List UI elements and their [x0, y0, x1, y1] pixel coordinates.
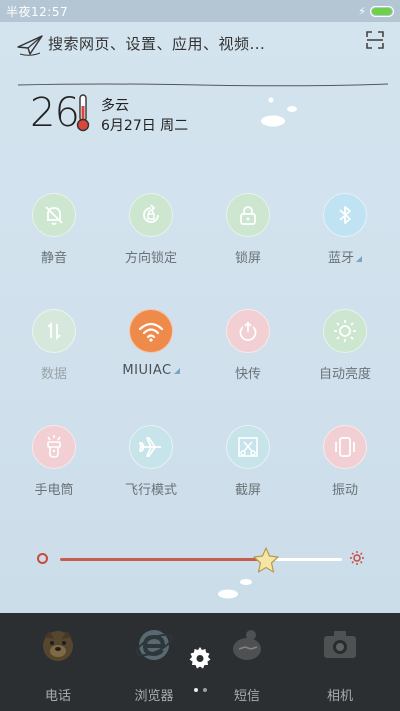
toggle-rotation-lock[interactable]: 方向锁定 — [106, 193, 196, 273]
browser-icon — [135, 630, 173, 660]
toggle-vibrate-label: 振动 — [331, 483, 358, 498]
dock-camera-label: 相机 — [326, 689, 353, 704]
thermometer-icon — [76, 94, 90, 132]
temperature[interactable]: 26 — [30, 90, 80, 136]
toggle-bluetooth-label: 蓝牙 — [300, 247, 390, 266]
dock-browser-label: 浏览器 — [134, 689, 174, 704]
toggle-transfer-label: 快传 — [234, 367, 261, 382]
more-options-indicator — [173, 368, 180, 374]
toggle-screenshot-circle — [226, 425, 270, 469]
airplane-icon — [139, 437, 161, 457]
messages-bird-icon — [233, 630, 261, 660]
toggle-mobile-data[interactable]: 数据 — [9, 309, 99, 389]
dock-messages-label: 短信 — [233, 689, 260, 704]
search-underline — [17, 83, 389, 87]
vibrate-icon — [335, 437, 355, 457]
scan-icon[interactable] — [366, 31, 384, 49]
toggle-lock-circle — [226, 193, 270, 237]
toggle-rotation-circle — [129, 193, 173, 237]
toggle-auto-brightness-label: 自动亮度 — [318, 367, 371, 382]
toggle-airplane-label: 飞行模式 — [124, 483, 177, 498]
toggle-data-circle — [32, 309, 76, 353]
page-dot — [203, 688, 207, 692]
dock-camera[interactable]: 相机 — [300, 613, 380, 711]
cloud-decoration — [261, 97, 297, 127]
toggle-bluetooth[interactable]: 蓝牙 — [300, 193, 390, 273]
search-bar[interactable]: 搜索网页、设置、应用、视频... — [0, 26, 400, 87]
toggle-vibrate[interactable]: 振动 — [300, 425, 390, 505]
screenshot-scissors-icon — [238, 437, 258, 457]
status-time: 半夜12:57 — [6, 4, 69, 19]
paper-plane-icon — [17, 35, 43, 56]
page-indicator — [194, 688, 207, 692]
slider-fill — [60, 558, 266, 561]
toggle-data-label: 数据 — [40, 367, 67, 382]
toggle-mute[interactable]: 静音 — [9, 193, 99, 273]
toggle-flashlight-circle — [32, 425, 76, 469]
toggle-bluetooth-text: 蓝牙 — [327, 251, 354, 266]
bell-muted-icon — [45, 206, 63, 225]
flashlight-icon — [47, 435, 61, 458]
toggle-bluetooth-circle — [323, 193, 367, 237]
dock-phone[interactable]: 电话 — [18, 613, 98, 711]
gear-icon[interactable] — [188, 646, 212, 670]
toggle-lock-screen[interactable]: 锁屏 — [203, 193, 293, 273]
star-icon[interactable] — [252, 546, 280, 574]
status-bar: 半夜12:57 ⚡ — [0, 0, 400, 22]
toggle-screenshot[interactable]: 截屏 — [203, 425, 293, 505]
cloud-decoration — [218, 579, 252, 599]
toggle-wifi-circle — [129, 309, 173, 353]
toggle-airplane-mode[interactable]: 飞行模式 — [106, 425, 196, 505]
battery-level — [372, 7, 392, 15]
bluetooth-icon — [339, 206, 351, 224]
toggle-auto-brightness-circle — [323, 309, 367, 353]
toggle-wifi-text: MIUIAC — [122, 363, 172, 378]
slider-track[interactable] — [60, 547, 342, 573]
control-center: 半夜12:57 ⚡ 搜索网页、设置、应用、视频... 26 多云 6月27日 周… — [0, 0, 400, 711]
toggle-flashlight-label: 手电筒 — [34, 483, 74, 498]
charging-icon: ⚡ — [358, 4, 366, 18]
toggle-lock-label: 锁屏 — [234, 251, 261, 266]
data-arrows-icon — [47, 321, 61, 341]
weather-date: 6月27日 周二 — [101, 118, 189, 134]
toggle-vibrate-circle — [323, 425, 367, 469]
toggle-mute-label: 静音 — [40, 251, 67, 266]
brightness-high-icon — [350, 551, 364, 565]
dock-browser[interactable]: 浏览器 — [114, 613, 194, 711]
toggle-screenshot-label: 截屏 — [234, 483, 261, 498]
toggle-flashlight[interactable]: 手电筒 — [9, 425, 99, 505]
battery-icon — [370, 5, 394, 17]
page-dot — [194, 688, 198, 692]
toggle-wifi[interactable]: MIUIAC — [106, 309, 196, 389]
rotation-lock-icon — [143, 204, 159, 223]
search-input[interactable]: 搜索网页、设置、应用、视频... — [48, 33, 265, 54]
wifi-icon — [138, 322, 164, 342]
phone-dog-icon — [43, 631, 73, 661]
camera-icon — [324, 631, 356, 658]
toggle-auto-brightness[interactable]: 自动亮度 — [300, 309, 390, 389]
padlock-icon — [240, 206, 256, 225]
dock-phone-label: 电话 — [44, 689, 71, 704]
toggle-quick-transfer[interactable]: 快传 — [203, 309, 293, 389]
weather-condition: 多云 — [101, 98, 129, 114]
toggle-wifi-label: MIUIAC — [106, 363, 196, 378]
sun-icon — [334, 320, 356, 342]
dock-messages[interactable]: 短信 — [207, 613, 287, 711]
toggle-rotation-label: 方向锁定 — [124, 251, 177, 266]
brightness-low-icon — [37, 553, 48, 564]
toggle-airplane-circle — [129, 425, 173, 469]
brightness-slider[interactable] — [0, 540, 400, 580]
toggle-transfer-circle — [226, 309, 270, 353]
toggle-mute-circle — [32, 193, 76, 237]
power-transfer-icon — [239, 321, 257, 341]
more-options-indicator — [356, 256, 362, 262]
